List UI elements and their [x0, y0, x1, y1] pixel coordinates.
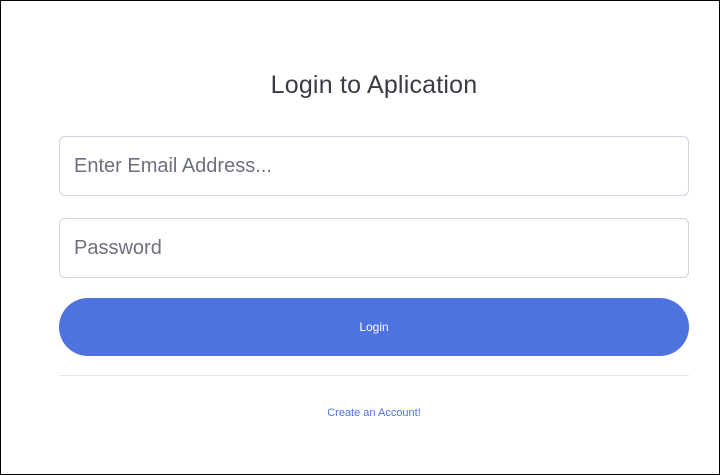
divider: [59, 375, 689, 376]
page-title: Login to Aplication: [270, 71, 478, 99]
login-card: Login to Aplication Login Create an Acco…: [0, 0, 720, 475]
create-account-link[interactable]: Create an Account!: [1, 407, 720, 419]
login-button[interactable]: Login: [59, 298, 689, 356]
email-field[interactable]: [59, 136, 689, 196]
password-field[interactable]: [59, 218, 689, 278]
